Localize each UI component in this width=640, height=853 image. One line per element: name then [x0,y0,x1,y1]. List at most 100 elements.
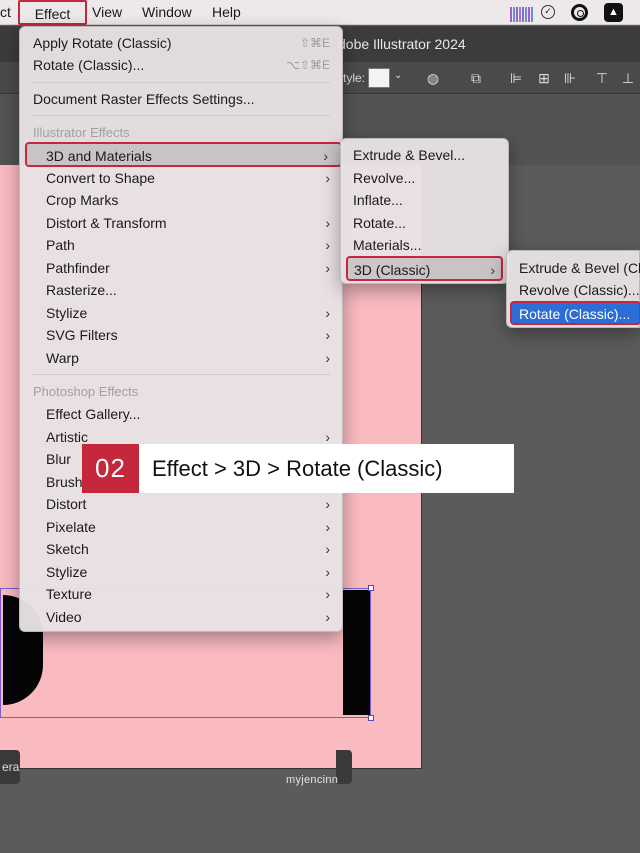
effect-menu: Apply Rotate (Classic) ⇧⌘E Rotate (Class… [19,26,343,632]
menu-item-extrude-bevel-classic[interactable]: Extrude & Bevel (Cla [507,257,640,279]
menu-item-label: Stylize [46,305,88,321]
chevron-right-icon: › [325,586,330,602]
menu-item-warp[interactable]: Warp › [20,347,342,369]
menu-item-label: Distort & Transform [46,215,167,231]
adobe-status-icon[interactable]: ▲ [604,3,623,22]
menu-item-path[interactable]: Path › [20,234,342,256]
menu-item-revolve-classic[interactable]: Revolve (Classic)... [507,279,640,301]
contextual-taskbar-button[interactable]: era [0,750,20,784]
align-left-icon[interactable]: ⊫ [508,70,524,86]
section-header-illustrator: Illustrator Effects [33,125,130,140]
align-center-icon[interactable]: ⊞ [536,70,552,86]
menu-item-video[interactable]: Video › [20,606,342,628]
menu-item-label: Path [46,237,75,253]
menu-item-label: Texture [46,586,92,602]
chevron-right-icon: › [325,327,330,343]
menu-item-label: Rotate... [353,215,406,231]
submenu-3d-materials: Extrude & Bevel... Revolve... Inflate...… [340,138,509,284]
menu-item-rotate-classic-selected[interactable]: Rotate (Classic)... [510,301,640,325]
status-bars-icon[interactable] [510,3,540,22]
shortcut-label: ⇧⌘E [299,36,330,50]
menu-item-label: Extrude & Bevel... [353,147,466,163]
menu-item-label: Revolve... [353,170,416,186]
chevron-right-icon: › [490,262,495,278]
menu-item-texture[interactable]: Texture › [20,583,342,605]
menu-item-distort-transform[interactable]: Distort & Transform › [20,212,342,234]
menu-item-pathfinder[interactable]: Pathfinder › [20,257,342,279]
app-title: dobe Illustrator 2024 [338,36,466,52]
step-number: 02 [82,444,139,493]
chevron-right-icon: › [325,496,330,512]
menu-item-crop-marks[interactable]: Crop Marks [20,189,342,211]
menu-item-distort[interactable]: Distort › [20,493,342,515]
menu-separator [32,82,330,83]
menu-item-extrude-bevel[interactable]: Extrude & Bevel... [341,144,508,166]
menu-item-label: Sketch [46,541,89,557]
check-circle-icon[interactable]: ✓ [541,5,555,19]
chevron-right-icon: › [325,564,330,580]
recolor-icon[interactable]: ◍ [425,70,441,86]
align-top-icon[interactable]: ⊤ [594,70,610,86]
menu-item-rasterize[interactable]: Rasterize... [20,279,342,301]
menu-window[interactable]: Window [142,0,192,25]
menu-item-stylize-ps[interactable]: Stylize › [20,561,342,583]
selection-handle[interactable] [368,585,374,591]
step-instruction: Effect > 3D > Rotate (Classic) [152,456,443,481]
menu-item-convert-shape[interactable]: Convert to Shape › [20,167,342,189]
menu-item-svg-filters[interactable]: SVG Filters › [20,324,342,346]
watermark: myjencinn [286,774,339,786]
align-middle-icon[interactable]: ⊥ [620,70,636,86]
chevron-right-icon: › [325,237,330,253]
menu-item-3d-materials[interactable]: 3D and Materials › [25,142,342,167]
menu-select[interactable]: ct [0,0,11,25]
menu-item-document-raster[interactable]: Document Raster Effects Settings... [20,88,342,110]
menu-item-label: 3D (Classic) [354,262,431,278]
menu-view[interactable]: View [92,0,122,25]
menu-item-stylize[interactable]: Stylize › [20,302,342,324]
menu-item-rotate[interactable]: Rotate... [341,212,508,234]
chevron-right-icon: › [325,260,330,276]
style-swatch[interactable] [368,68,390,88]
chevron-right-icon: › [325,541,330,557]
shortcut-label: ⌥⇧⌘E [286,58,330,72]
chevron-right-icon: › [325,170,330,186]
menu-item-label: Stylize [46,564,88,580]
menu-item-materials[interactable]: Materials... [341,234,508,256]
menu-item-label: Revolve (Classic)... [519,282,640,298]
chevron-right-icon: › [325,350,330,366]
submenu-3d-classic: Extrude & Bevel (Cla Revolve (Classic)..… [506,250,640,328]
contextual-taskbar-edge[interactable] [336,750,352,784]
menu-item-label: Inflate... [353,192,403,208]
chevron-right-icon: › [325,215,330,231]
menu-item-apply-rotate[interactable]: Apply Rotate (Classic) ⇧⌘E [20,32,342,54]
menu-item-label: Effect Gallery... [46,406,141,422]
menu-item-revolve[interactable]: Revolve... [341,167,508,189]
menu-item-label: SVG Filters [46,327,118,343]
menu-item-label: Extrude & Bevel (Cla [519,260,640,276]
menu-separator [32,115,330,116]
menu-item-label: Blur [46,451,71,467]
menu-item-pixelate[interactable]: Pixelate › [20,516,342,538]
chevron-down-icon[interactable]: ⌄ [394,70,402,81]
chevron-right-icon: › [325,609,330,625]
style-label: tyle: [343,71,366,85]
selection-handle[interactable] [368,715,374,721]
menu-item-label: Rasterize... [46,282,117,298]
menu-item-3d-classic[interactable]: 3D (Classic) › [346,256,503,281]
menu-item-label: Warp [46,350,79,366]
menu-effect[interactable]: Effect [18,0,87,25]
menu-item-label: Crop Marks [46,192,119,208]
menu-item-sketch[interactable]: Sketch › [20,538,342,560]
menu-item-label: Document Raster Effects Settings... [33,91,255,107]
menu-item-label: Pathfinder [46,260,110,276]
menu-item-inflate[interactable]: Inflate... [341,189,508,211]
menu-item-label: Materials... [353,237,422,253]
creative-cloud-icon[interactable] [571,4,588,21]
transform-icon[interactable]: ⧉ [468,70,484,86]
menu-item-rotate-classic[interactable]: Rotate (Classic)... ⌥⇧⌘E [20,54,342,76]
menu-help[interactable]: Help [212,0,241,25]
menu-item-label: Convert to Shape [46,170,155,186]
align-right-icon[interactable]: ⊪ [562,70,578,86]
menu-item-label: Video [46,609,82,625]
menu-item-effect-gallery[interactable]: Effect Gallery... [20,403,342,425]
